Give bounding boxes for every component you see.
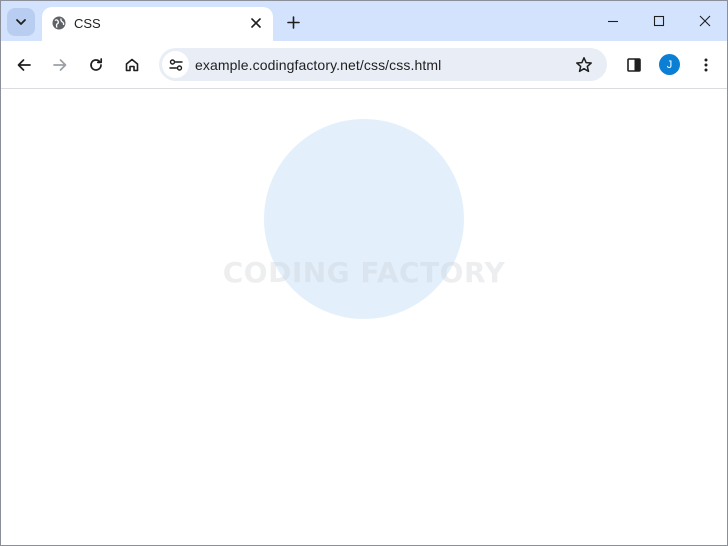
reload-icon: [90, 58, 103, 71]
plus-icon: [286, 15, 300, 29]
toolbar: example.codingfactory.net/css/css.html J: [1, 41, 727, 89]
tune-icon: [168, 58, 183, 71]
arrow-left-icon: [17, 59, 31, 71]
new-tab-button[interactable]: [282, 11, 304, 33]
side-panel-icon: [627, 58, 641, 72]
reload-button[interactable]: [83, 52, 109, 78]
tab-css[interactable]: CSS: [42, 7, 273, 41]
maximize-button[interactable]: [641, 7, 677, 35]
home-icon: [125, 58, 139, 72]
minimize-icon: [608, 20, 618, 23]
tab-search-button[interactable]: [7, 8, 35, 36]
url-text[interactable]: example.codingfactory.net/css/css.html: [195, 57, 441, 73]
window-close-button[interactable]: [687, 7, 723, 35]
browser-window: CSS example.codingfactory.net/css/css.ht…: [0, 0, 728, 546]
decorative-circle: [264, 119, 464, 319]
watermark-text: CODING FACTORY: [222, 256, 506, 289]
minimize-button[interactable]: [595, 7, 631, 35]
chevron-down-icon: [16, 19, 26, 25]
close-icon: [699, 15, 711, 27]
menu-button[interactable]: [693, 52, 719, 78]
page-content: CODING FACTORY: [1, 89, 727, 545]
address-bar[interactable]: example.codingfactory.net/css/css.html: [159, 48, 607, 81]
star-icon: [576, 57, 592, 73]
tab-strip: CSS: [1, 1, 727, 41]
close-icon: [251, 18, 261, 28]
tab-close-button[interactable]: [247, 14, 265, 32]
maximize-icon: [653, 15, 665, 27]
tab-title: CSS: [74, 16, 101, 31]
arrow-right-icon: [53, 59, 67, 71]
bookmark-button[interactable]: [573, 54, 595, 76]
globe-icon: [52, 16, 66, 30]
back-button[interactable]: [11, 52, 37, 78]
side-panel-button[interactable]: [621, 52, 647, 78]
forward-button[interactable]: [47, 52, 73, 78]
site-info-button[interactable]: [162, 51, 189, 78]
kebab-menu-icon: [704, 58, 708, 72]
profile-avatar[interactable]: J: [659, 54, 680, 75]
home-button[interactable]: [119, 52, 145, 78]
